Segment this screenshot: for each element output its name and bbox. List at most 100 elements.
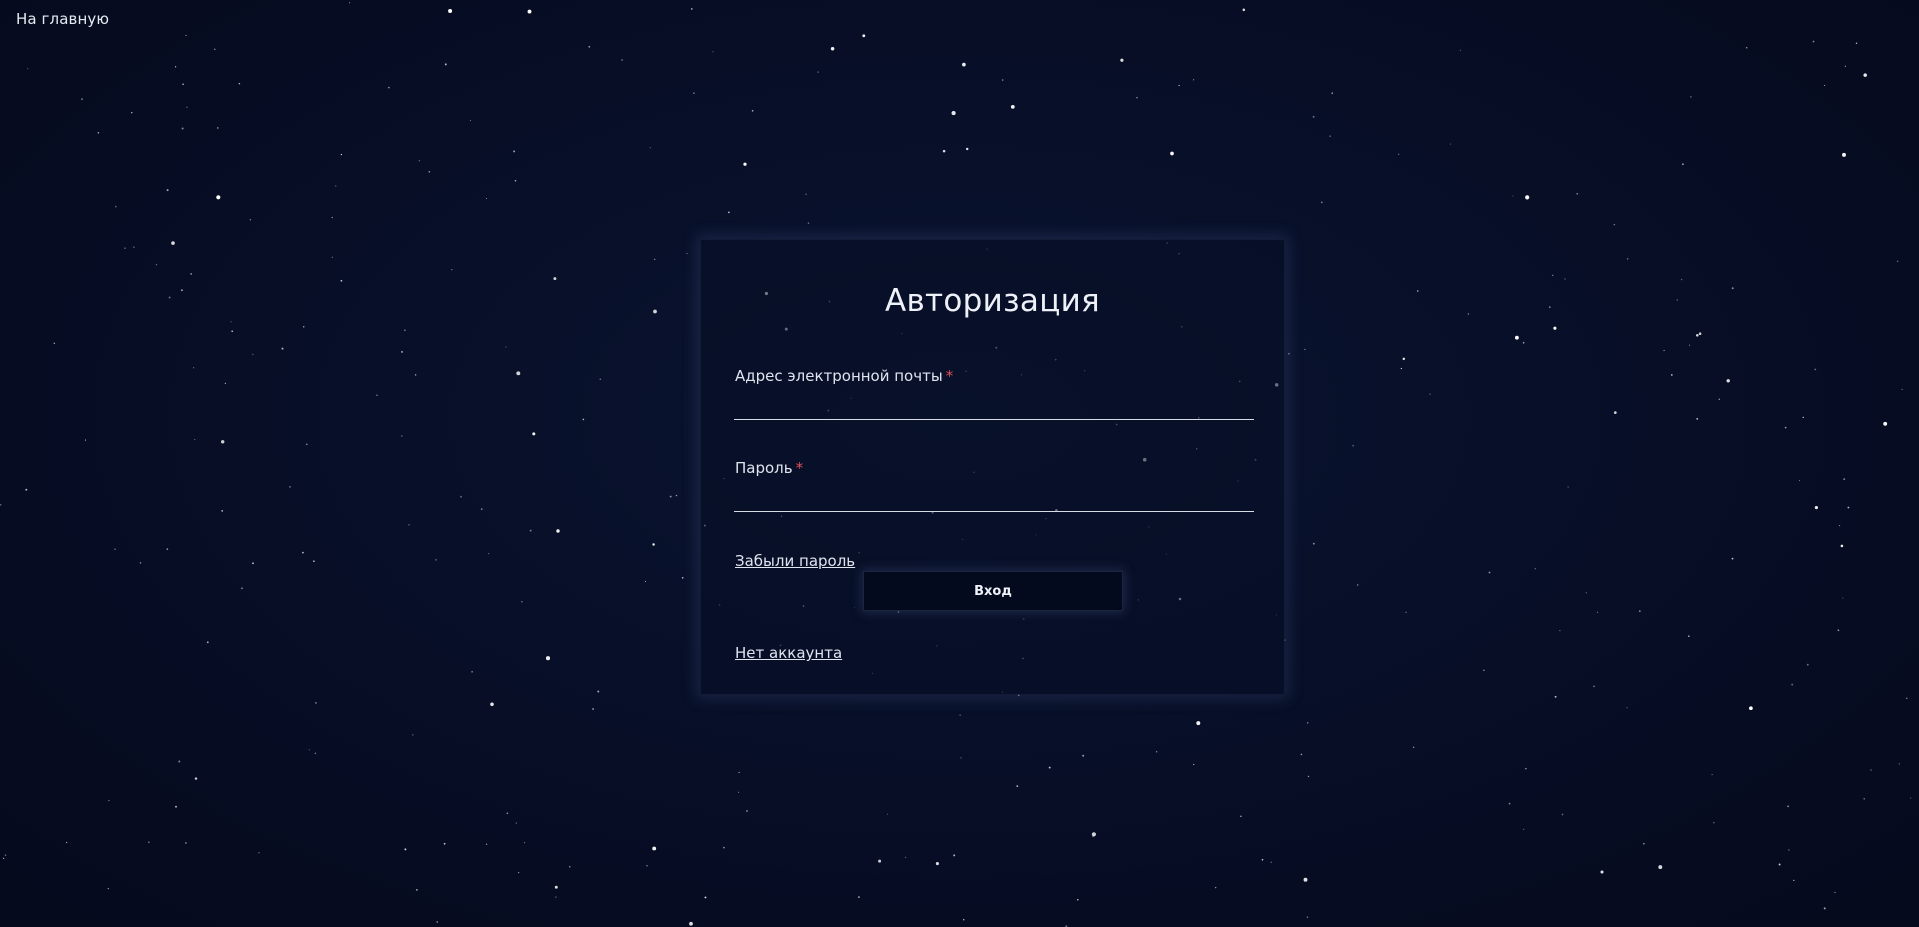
- star: [1077, 898, 1079, 901]
- star: [1483, 669, 1485, 671]
- no-account-link[interactable]: Нет аккаунта: [735, 644, 842, 662]
- star: [1613, 223, 1616, 226]
- email-label-text: Адрес электронной почты: [735, 367, 943, 385]
- star: [1553, 326, 1557, 330]
- star: [185, 34, 187, 36]
- star: [1170, 151, 1174, 156]
- star: [490, 702, 494, 707]
- star: [174, 66, 177, 68]
- email-required-mark: *: [945, 367, 954, 385]
- star: [1837, 629, 1840, 632]
- star: [1312, 115, 1315, 118]
- star: [669, 495, 672, 498]
- star: [1600, 870, 1604, 874]
- star: [1883, 421, 1888, 426]
- star: [124, 247, 126, 249]
- star: [1402, 357, 1406, 361]
- star: [1597, 611, 1599, 613]
- star: [1798, 479, 1801, 482]
- star: [1576, 193, 1578, 195]
- star: [621, 59, 623, 61]
- star: [1459, 49, 1461, 51]
- star: [1467, 313, 1470, 315]
- star: [521, 601, 523, 603]
- password-input[interactable]: [734, 483, 1254, 512]
- star: [221, 510, 224, 512]
- star: [108, 800, 110, 802]
- star: [313, 560, 315, 563]
- star: [471, 670, 473, 673]
- star: [1613, 411, 1617, 414]
- star: [1788, 849, 1790, 851]
- star: [1567, 486, 1569, 488]
- star: [217, 127, 219, 129]
- star: [1515, 335, 1519, 340]
- star: [401, 350, 403, 353]
- star: [1823, 84, 1826, 86]
- star: [1676, 299, 1678, 301]
- star: [258, 851, 260, 854]
- star: [1561, 813, 1564, 816]
- star: [1793, 879, 1795, 882]
- star: [289, 486, 291, 488]
- star: [1405, 611, 1407, 613]
- star: [1711, 774, 1713, 776]
- star: [182, 83, 184, 86]
- star: [1688, 635, 1690, 637]
- star: [1863, 73, 1867, 77]
- star: [962, 62, 966, 67]
- star: [1844, 65, 1847, 67]
- password-label: Пароль *: [735, 459, 1254, 477]
- star: [1688, 344, 1691, 346]
- star: [649, 147, 651, 149]
- star: [0, 503, 2, 506]
- star: [1842, 597, 1844, 599]
- star: [1240, 815, 1242, 818]
- star: [514, 179, 517, 182]
- star: [1082, 754, 1085, 757]
- password-label-text: Пароль: [735, 459, 793, 477]
- star: [1508, 802, 1511, 805]
- forgot-password-link[interactable]: Забыли пароль: [735, 552, 855, 570]
- star: [1726, 379, 1730, 383]
- star: [230, 321, 232, 323]
- star: [488, 552, 490, 555]
- star: [53, 342, 55, 344]
- email-input[interactable]: [734, 391, 1254, 420]
- star: [644, 580, 647, 582]
- star: [1554, 695, 1557, 698]
- star: [1312, 542, 1315, 545]
- star: [904, 856, 907, 859]
- star: [1534, 568, 1536, 570]
- star: [505, 346, 507, 348]
- star: [1016, 785, 1019, 787]
- star: [448, 9, 453, 13]
- star: [155, 263, 158, 266]
- star: [305, 443, 308, 446]
- login-card: Авторизация Адрес электронной почты * Пар…: [700, 239, 1285, 695]
- home-link[interactable]: На главную: [16, 10, 109, 28]
- star: [516, 371, 521, 376]
- star: [1680, 278, 1683, 281]
- star: [1696, 418, 1699, 420]
- star: [443, 842, 446, 845]
- star: [857, 896, 860, 899]
- star: [1643, 843, 1645, 845]
- star: [436, 921, 438, 923]
- star: [1329, 135, 1331, 137]
- star: [249, 219, 251, 221]
- star: [555, 896, 557, 898]
- star: [743, 162, 747, 166]
- star: [1215, 886, 1217, 889]
- login-button[interactable]: Вход: [863, 571, 1123, 611]
- star: [314, 701, 317, 704]
- star: [1731, 557, 1734, 560]
- star: [1488, 571, 1491, 574]
- star: [206, 641, 209, 644]
- star: [388, 86, 390, 89]
- star: [506, 812, 509, 814]
- star: [1718, 398, 1721, 400]
- star: [1001, 79, 1004, 81]
- star: [554, 885, 558, 889]
- star: [401, 435, 403, 437]
